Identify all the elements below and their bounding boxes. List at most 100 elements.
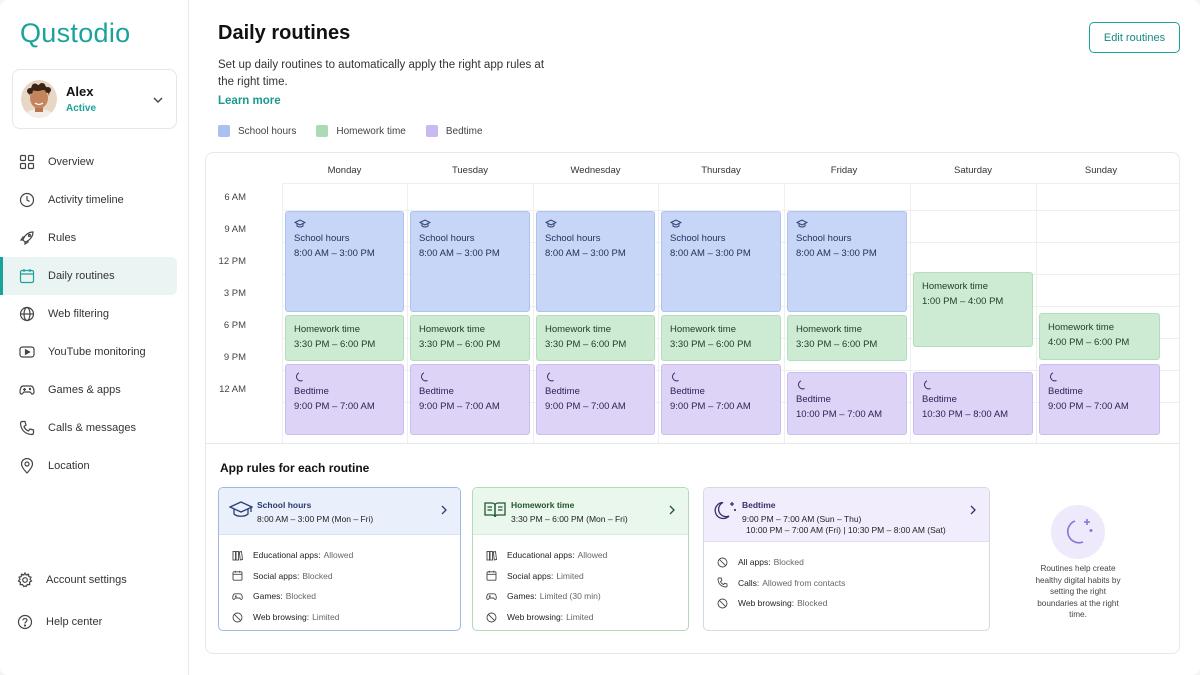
rule-list: Educational apps: Allowed Social apps: Lim… — [486, 545, 680, 627]
sidebar-item-calls-messages[interactable]: Calls & messages — [0, 409, 189, 447]
routine-block-bedtime[interactable]: Bedtime 9:00 PM – 7:00 AM — [1039, 364, 1160, 435]
time-label: 12 AM — [219, 384, 246, 395]
block-time: 3:30 PM – 6:00 PM — [670, 339, 752, 350]
routine-block-school-hours[interactable]: School hours 8:00 AM – 3:00 PM — [787, 211, 907, 312]
block-time: 8:00 AM – 3:00 PM — [545, 248, 626, 259]
moon-icon — [547, 372, 554, 382]
time-label: 9 AM — [224, 224, 246, 235]
routine-block-school-hours[interactable]: School hours 8:00 AM – 3:00 PM — [536, 211, 655, 312]
block-icon — [717, 598, 728, 609]
calendar-legend: School hours Homework time Bedtime — [218, 125, 503, 137]
sidebar-bottom-nav: Account settings Help center — [0, 559, 189, 643]
routine-block-homework-time[interactable]: Homework time 3:30 PM – 6:00 PM — [536, 315, 655, 361]
app-rules-title: App rules for each routine — [220, 461, 370, 475]
block-time: 9:00 PM – 7:00 AM — [670, 401, 751, 412]
routine-block-homework-time[interactable]: Homework time 3:30 PM – 6:00 PM — [787, 315, 907, 361]
books-icon — [486, 550, 497, 561]
block-time: 4:00 PM – 6:00 PM — [1048, 337, 1130, 348]
legend-label: Bedtime — [445, 125, 483, 137]
routine-block-homework-time[interactable]: Homework time 3:30 PM – 6:00 PM — [661, 315, 781, 361]
block-time: 3:30 PM – 6:00 PM — [419, 339, 501, 350]
sidebar-item-location[interactable]: Location — [0, 447, 189, 485]
sidebar-item-help-center[interactable]: Help center — [0, 601, 189, 643]
rule-item: All apps: Blocked — [717, 552, 981, 573]
location-pin-icon — [20, 458, 34, 474]
sidebar-item-youtube-monitoring[interactable]: YouTube monitoring — [0, 333, 189, 371]
grid-line — [658, 183, 659, 443]
rule-value: Allowed — [577, 550, 608, 561]
day-header-friday: Friday — [830, 165, 858, 176]
sidebar-item-web-filtering[interactable]: Web filtering — [0, 295, 189, 333]
block-time: 8:00 AM – 3:00 PM — [419, 248, 500, 259]
phone-icon — [19, 420, 35, 436]
edit-routines-button[interactable]: Edit routines — [1089, 22, 1180, 53]
routine-block-bedtime[interactable]: Bedtime 10:00 PM – 7:00 AM — [787, 372, 907, 435]
day-header-tuesday: Tuesday — [451, 165, 489, 176]
sidebar-item-label: Location — [48, 460, 90, 472]
rule-item: Educational apps: Allowed — [486, 545, 680, 566]
rule-label: All apps: — [738, 557, 771, 568]
day-header-thursday: Thursday — [701, 165, 741, 176]
learn-more-link[interactable]: Learn more — [218, 95, 281, 107]
sidebar-item-label: Overview — [48, 156, 94, 168]
sidebar-item-activity-timeline[interactable]: Activity timeline — [0, 181, 189, 219]
rule-item: Web browsing: Blocked — [717, 593, 981, 614]
gamepad-icon — [232, 593, 243, 600]
sidebar-item-rules[interactable]: Rules — [0, 219, 189, 257]
sidebar-item-label: Activity timeline — [48, 194, 124, 206]
block-time: 3:30 PM – 6:00 PM — [545, 339, 627, 350]
routine-block-bedtime[interactable]: Bedtime 9:00 PM – 7:00 AM — [410, 364, 530, 435]
moon-icon — [672, 372, 679, 382]
sidebar-item-games-apps[interactable]: Games & apps — [0, 371, 189, 409]
chevron-right-icon[interactable] — [667, 504, 677, 516]
page-description: Set up daily routines to automatically a… — [218, 59, 545, 88]
day-header-monday: Monday — [327, 165, 362, 176]
grid-icon — [19, 154, 35, 170]
grid-line — [910, 183, 911, 443]
card-title: Homework time — [511, 500, 575, 510]
moon-stars-icon — [1051, 505, 1105, 559]
block-name: Bedtime — [796, 394, 831, 405]
gamepad-icon — [19, 385, 35, 395]
sidebar-item-overview[interactable]: Overview — [0, 143, 189, 181]
help-icon — [17, 614, 33, 630]
chevron-right-icon[interactable] — [968, 504, 978, 516]
routine-block-school-hours[interactable]: School hours 8:00 AM – 3:00 PM — [285, 211, 404, 312]
profile-switcher[interactable]: Alex Active — [12, 69, 177, 129]
chevron-down-icon[interactable] — [152, 94, 164, 106]
chevron-right-icon[interactable] — [439, 504, 449, 516]
routine-block-bedtime[interactable]: Bedtime 9:00 PM – 7:00 AM — [661, 364, 781, 435]
rule-card-school-hours[interactable]: School hours 8:00 AM – 3:00 PM (Mon – Fr… — [218, 487, 461, 631]
profile-name: Alex — [66, 84, 94, 99]
rule-card-homework-time[interactable]: Homework time 3:30 PM – 6:00 PM (Mon – F… — [472, 487, 689, 631]
moon-icon — [296, 372, 303, 382]
routine-block-homework-time[interactable]: Homework time 4:00 PM – 6:00 PM — [1039, 313, 1160, 360]
routine-block-homework-time[interactable]: Homework time 1:00 PM – 4:00 PM — [913, 272, 1033, 347]
legend-swatch — [425, 125, 438, 137]
sidebar-item-label: YouTube monitoring — [48, 346, 146, 358]
rule-item: Web browsing: Limited — [486, 607, 680, 628]
block-time: 9:00 PM – 7:00 AM — [1048, 401, 1129, 412]
block-time: 8:00 AM – 3:00 PM — [796, 248, 877, 259]
routine-block-bedtime[interactable]: Bedtime 9:00 PM – 7:00 AM — [285, 364, 404, 435]
sidebar-item-account-settings[interactable]: Account settings — [0, 559, 189, 601]
time-label: 3 PM — [223, 288, 246, 299]
rule-label: Social apps: — [253, 570, 300, 581]
rule-label: Games: — [253, 591, 283, 602]
sidebar-nav: Overview Activity timeline Rules Daily r… — [0, 143, 189, 485]
rule-card-bedtime[interactable]: Bedtime 9:00 PM – 7:00 AM (Sun – Thu) 10… — [703, 487, 990, 631]
routine-block-school-hours[interactable]: School hours 8:00 AM – 3:00 PM — [410, 211, 530, 312]
routine-block-bedtime[interactable]: Bedtime 10:30 PM – 8:00 AM — [913, 372, 1033, 435]
block-time: 8:00 AM – 3:00 PM — [670, 248, 751, 259]
sidebar-item-daily-routines[interactable]: Daily routines — [0, 257, 177, 295]
routine-block-school-hours[interactable]: School hours 8:00 AM – 3:00 PM — [661, 211, 781, 312]
sidebar: Qustodio Alex Active Overview Activity t… — [0, 0, 189, 675]
routine-block-homework-time[interactable]: Homework time 3:30 PM – 6:00 PM — [410, 315, 530, 361]
calendar-icon — [19, 269, 35, 284]
block-name: Bedtime — [670, 386, 705, 397]
routine-block-homework-time[interactable]: Homework time 3:30 PM – 6:00 PM — [285, 315, 404, 361]
routine-block-bedtime[interactable]: Bedtime 9:00 PM – 7:00 AM — [536, 364, 655, 435]
card-time: 3:30 PM – 6:00 PM (Mon – Fri) — [511, 514, 628, 524]
block-name: Homework time — [670, 324, 736, 335]
rule-label: Educational apps: — [253, 550, 321, 561]
